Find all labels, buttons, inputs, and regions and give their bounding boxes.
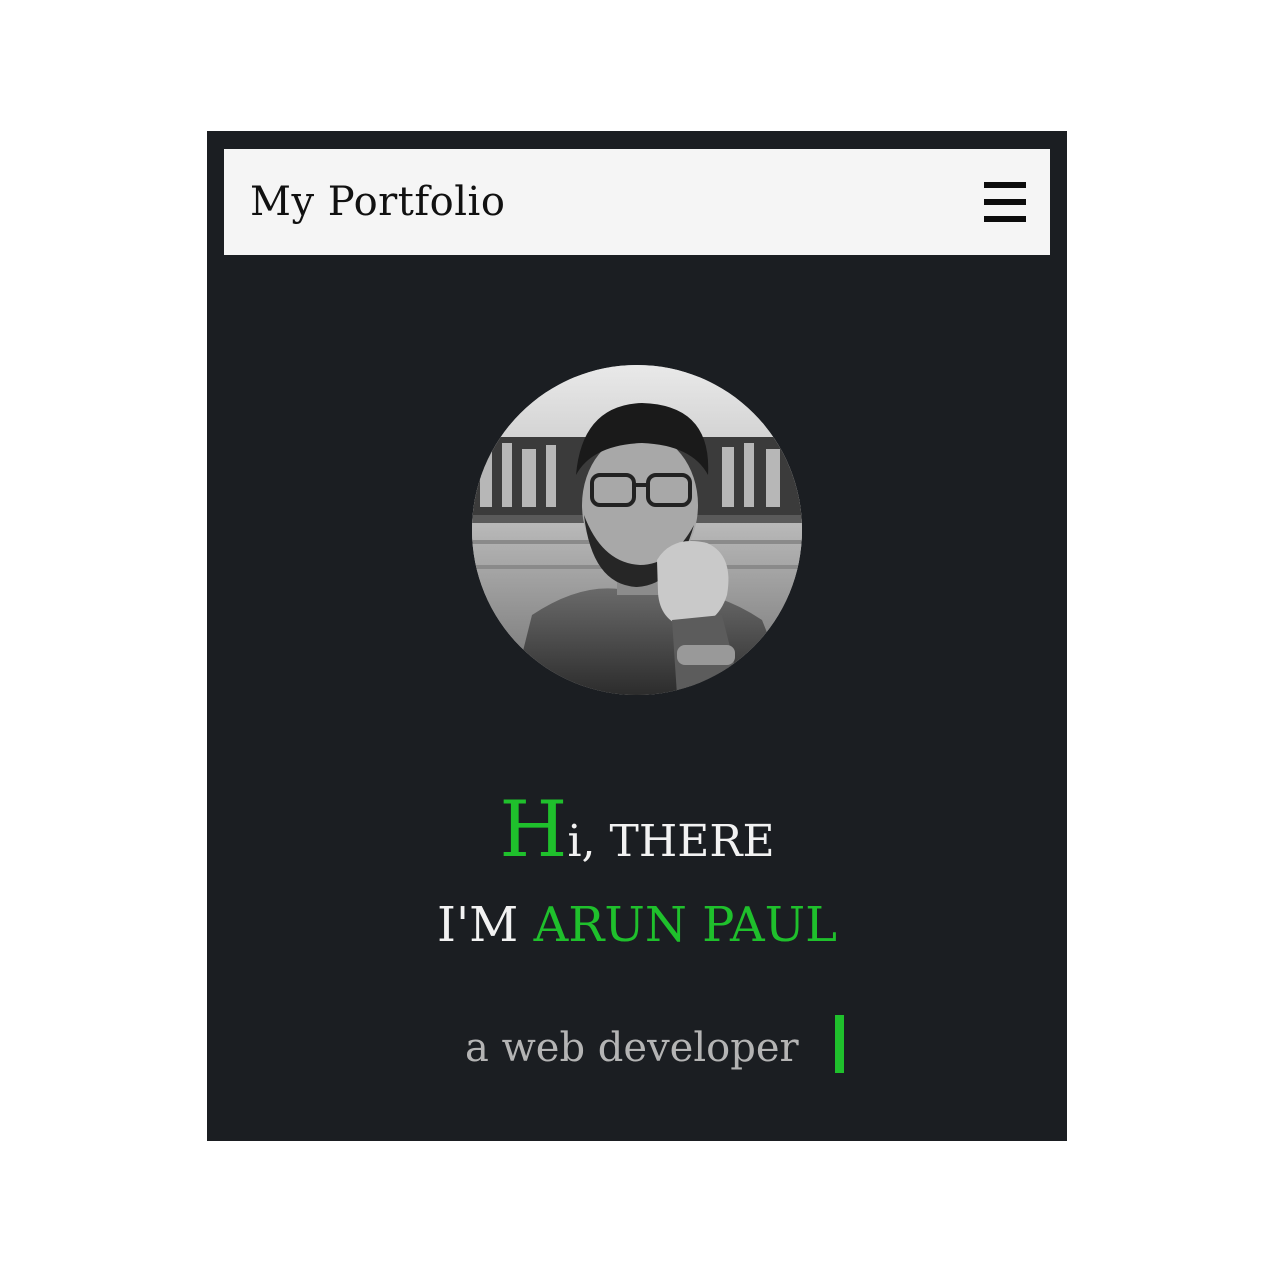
typed-tagline: a web developer (465, 1025, 799, 1071)
profile-photo (472, 365, 802, 695)
brand-title[interactable]: My Portfolio (250, 173, 505, 231)
portfolio-screen: My Portfolio Hi, THERE I'M ARUN PAUL a w… (207, 131, 1067, 1141)
intro-prefix: I'M (437, 897, 534, 953)
typing-cursor (835, 1015, 844, 1073)
greeting-heading: Hi, THERE (207, 791, 1067, 869)
intro-heading: I'M ARUN PAUL (207, 901, 1067, 949)
name-highlight: ARUN PAUL (533, 897, 837, 953)
greeting-initial: H (499, 785, 568, 875)
greeting-rest: i, THERE (567, 816, 775, 867)
navbar: My Portfolio (224, 149, 1050, 255)
hamburger-menu-icon[interactable] (982, 179, 1028, 225)
avatar (472, 365, 802, 695)
